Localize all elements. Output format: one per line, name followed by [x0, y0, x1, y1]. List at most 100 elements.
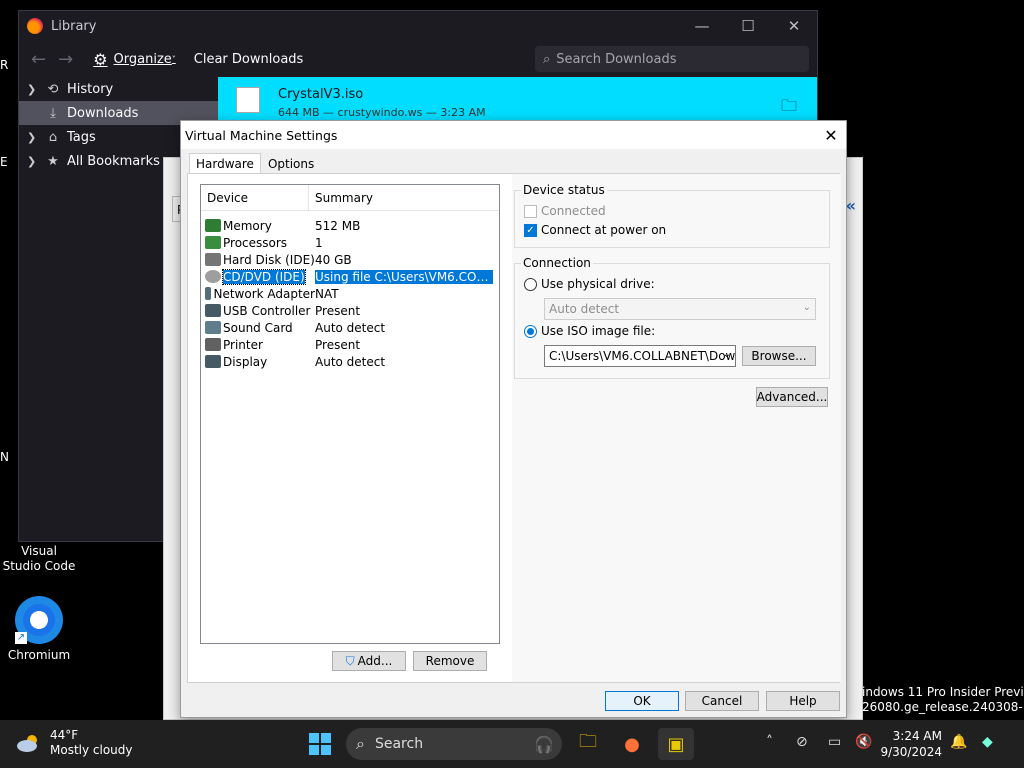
- device-summary: 512 MB: [315, 218, 361, 233]
- gear-icon: ⚙: [93, 49, 108, 69]
- clock-date: 9/30/2024: [880, 745, 942, 759]
- printer-icon: [205, 338, 221, 351]
- hardware-panel: Device Summary Memory 512 MB Processors 1 Ha…: [187, 173, 841, 683]
- device-row[interactable]: Display Auto detect: [201, 353, 499, 370]
- maximize-button[interactable]: ☐: [725, 17, 771, 35]
- chevron-down-icon: ˅: [171, 54, 176, 64]
- radio-circle: [524, 324, 537, 338]
- copilot-icon[interactable]: ◆: [982, 734, 993, 750]
- display-icon[interactable]: ▭: [828, 734, 841, 750]
- library-toolbar: ← → ⚙ Organize ˅ Clear Downloads ⌕ Searc…: [19, 41, 817, 77]
- weather-temp: 44°F: [50, 728, 79, 742]
- group-label: Device status: [521, 183, 607, 197]
- use-iso-image-radio[interactable]: Use ISO image file:: [524, 324, 655, 338]
- remove-device-button[interactable]: Remove: [413, 651, 487, 671]
- desktop-icon-stub: E: [0, 155, 8, 169]
- column-header-summary[interactable]: Summary: [309, 191, 373, 205]
- firefox-taskbar-icon[interactable]: ●: [614, 728, 650, 760]
- device-status-group: Device status: [514, 183, 830, 248]
- radio-circle: [524, 277, 537, 291]
- sound-icon: [205, 321, 221, 334]
- group-label: Connection: [521, 256, 593, 270]
- shortcut-arrow-icon: ↗: [15, 632, 27, 644]
- watermark-line: indows 11 Pro Insider Preview: [862, 685, 1024, 699]
- organize-menu[interactable]: ⚙ Organize ˅: [93, 50, 176, 69]
- vm-settings-dialog: Virtual Machine Settings ✕ Hardware Opti…: [180, 120, 847, 718]
- ok-button[interactable]: OK: [605, 691, 679, 711]
- select-value: Auto detect: [549, 302, 620, 316]
- device-row[interactable]: Printer Present: [201, 336, 499, 353]
- use-physical-drive-radio[interactable]: Use physical drive:: [524, 277, 655, 291]
- device-row[interactable]: CD/DVD (IDE) Using file C:\Users\VM6.COLL…: [201, 268, 499, 285]
- double-chevron-icon[interactable]: «: [846, 196, 856, 215]
- device-summary: NAT: [315, 286, 339, 301]
- folder-icon[interactable]: 🗀: [781, 95, 797, 122]
- network-offline-icon[interactable]: ⊘: [796, 734, 808, 750]
- volume-muted-icon[interactable]: 🔇: [855, 734, 872, 750]
- disc-file-icon: [236, 87, 260, 113]
- device-summary: 1: [315, 235, 323, 250]
- library-titlebar: Library — ☐ ✕: [19, 11, 817, 41]
- desktop-icon-label: Chromium: [7, 648, 71, 662]
- device-row[interactable]: Processors 1: [201, 234, 499, 251]
- connect-at-power-on-checkbox[interactable]: ✓ Connect at power on: [524, 223, 666, 237]
- device-summary: Auto detect: [315, 320, 386, 335]
- device-summary: Present: [315, 303, 361, 318]
- device-row[interactable]: Hard Disk (IDE) 40 GB: [201, 251, 499, 268]
- notification-bell-icon[interactable]: 🔔: [950, 734, 967, 750]
- help-button[interactable]: Help: [766, 691, 840, 711]
- display-icon: [205, 355, 221, 368]
- device-list[interactable]: Device Summary Memory 512 MB Processors 1 Ha…: [200, 184, 500, 644]
- file-explorer-icon[interactable]: 🗀: [570, 728, 606, 760]
- device-summary: Using file C:\Users\VM6.COLLABN...: [315, 269, 493, 284]
- back-arrow-icon[interactable]: ←: [31, 49, 46, 70]
- device-row[interactable]: Memory 512 MB: [201, 217, 499, 234]
- taskbar-search[interactable]: ⌕ Search 🎧: [346, 728, 562, 760]
- cancel-button[interactable]: Cancel: [685, 691, 759, 711]
- weather-widget[interactable]: 44°F Mostly cloudy: [16, 728, 133, 758]
- vmware-taskbar-icon[interactable]: ▣: [658, 728, 694, 760]
- device-name: USB Controller: [223, 303, 311, 318]
- connected-checkbox[interactable]: Connected: [524, 204, 606, 218]
- taskbar-clock[interactable]: 3:24 AM 9/30/2024: [880, 728, 942, 760]
- minimize-button[interactable]: —: [679, 17, 725, 35]
- windows-start-icon[interactable]: [309, 733, 331, 755]
- download-item[interactable]: CrystalV3.iso 644 MB — crustywindo.ws — …: [218, 77, 817, 121]
- sidebar-item-label: Downloads: [67, 105, 139, 121]
- device-name: Display: [223, 354, 268, 369]
- device-name: CD/DVD (IDE): [222, 268, 306, 285]
- device-row[interactable]: Sound Card Auto detect: [201, 319, 499, 336]
- sidebar-item-label: History: [67, 81, 114, 97]
- chevron-up-icon[interactable]: ˄: [766, 734, 773, 750]
- physical-drive-select[interactable]: Auto detect ⌄: [544, 298, 816, 320]
- sidebar-item-history[interactable]: ❯ ⟲ History: [19, 77, 218, 101]
- close-icon[interactable]: ✕: [816, 126, 846, 145]
- memory-icon: [205, 219, 221, 232]
- device-name: Memory: [223, 218, 272, 233]
- add-label: Add...: [357, 654, 393, 668]
- desktop-icon-stub: R: [0, 58, 9, 72]
- processor-icon: [205, 236, 221, 249]
- browse-button[interactable]: Browse...: [742, 346, 816, 366]
- device-settings-panel: Device status Connected ✓ Connect at pow…: [512, 174, 841, 682]
- usb-icon: [205, 304, 221, 317]
- advanced-button[interactable]: Advanced...: [756, 387, 828, 407]
- search-downloads-input[interactable]: ⌕ Search Downloads: [535, 46, 809, 72]
- desktop-icon-chromium[interactable]: ↗ Chromium: [2, 596, 76, 663]
- device-row[interactable]: Network Adapter NAT: [201, 285, 499, 302]
- tab-hardware[interactable]: Hardware: [189, 153, 261, 175]
- column-header-device[interactable]: Device: [201, 185, 309, 210]
- forward-arrow-icon[interactable]: →: [58, 49, 73, 70]
- tab-options[interactable]: Options: [261, 153, 321, 175]
- sidebar-item-label: Tags: [67, 129, 96, 145]
- clear-downloads-button[interactable]: Clear Downloads: [194, 52, 304, 67]
- clock-time: 3:24 AM: [892, 729, 942, 743]
- close-button[interactable]: ✕: [771, 17, 817, 35]
- search-icon: ⌕: [356, 734, 365, 753]
- add-device-button[interactable]: ⛉ Add...: [332, 651, 406, 671]
- organize-label: Organize: [113, 51, 172, 67]
- network-icon: [205, 287, 212, 300]
- device-row[interactable]: USB Controller Present: [201, 302, 499, 319]
- radio-label: Use physical drive:: [541, 277, 655, 291]
- iso-path-combobox[interactable]: C:\Users\VM6.COLLABNET\Downlo ⌄: [544, 345, 736, 367]
